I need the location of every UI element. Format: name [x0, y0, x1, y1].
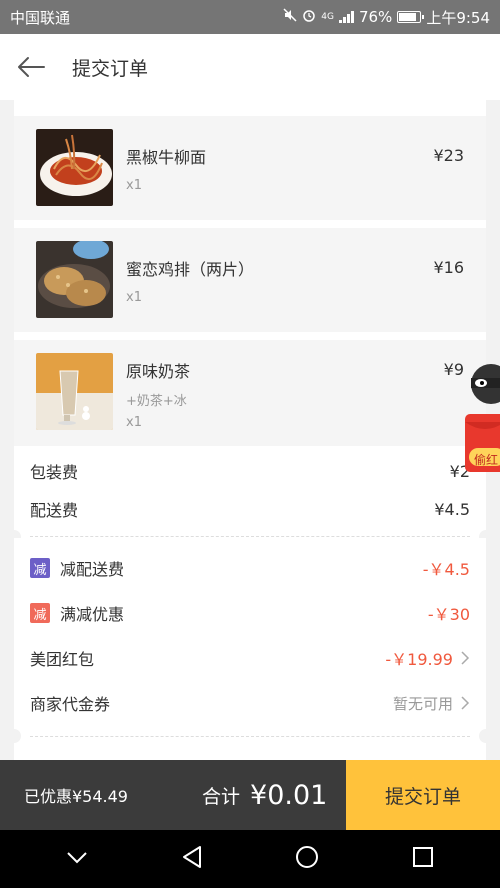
item-quantity: x1 [126, 290, 142, 305]
recents-square-icon[interactable] [412, 846, 434, 872]
packing-fee-row: 包装费 ¥2 [14, 452, 486, 490]
page-title: 提交订单 [72, 57, 149, 80]
mute-icon [283, 8, 297, 26]
item-price: ¥16 [433, 258, 464, 277]
battery-icon [397, 11, 425, 23]
total-label: 合计 [202, 785, 241, 808]
saved-amount: 已优惠¥54.49 [24, 787, 128, 806]
item-price: ¥9 [443, 360, 464, 379]
item-thumbnail [36, 353, 113, 430]
delivery-discount-value: -￥4.5 [422, 560, 470, 579]
submit-order-button[interactable]: 提交订单 [346, 760, 500, 830]
full-reduction-label: 满减优惠 [60, 605, 125, 624]
item-name: 蜜恋鸡排（两片） [126, 260, 255, 279]
delivery-discount-row: 减 减配送费 -￥4.5 [14, 546, 486, 590]
order-item: 黑椒牛柳面 ¥23 x1 [14, 116, 486, 220]
full-reduction-value: -￥30 [427, 605, 470, 624]
chevron-right-icon [461, 696, 470, 710]
discount-badge: 减 [30, 603, 50, 623]
delivery-discount-label: 减配送费 [60, 560, 125, 579]
chevron-right-icon [461, 651, 470, 665]
chevron-down-icon[interactable] [66, 850, 88, 869]
full-reduction-row: 减 满减优惠 -￥30 [14, 591, 486, 635]
dashed-divider [30, 536, 470, 537]
delivery-fee-row: 配送费 ¥4.5 [14, 490, 486, 528]
item-name: 原味奶茶 [126, 362, 191, 381]
item-quantity: x1 [126, 178, 142, 193]
notch-left [7, 729, 21, 743]
red-packet-row[interactable]: 美团红包 -￥19.99 [14, 636, 486, 680]
total-value: ¥0.01 [250, 779, 328, 811]
item-spec: +奶茶+冰 [126, 394, 187, 409]
floating-red-packet[interactable]: 偷红 [465, 362, 500, 472]
fees-card: 包装费 ¥2 配送费 ¥4.5 [14, 446, 486, 536]
order-content[interactable]: 黑椒牛柳面 ¥23 x1 蜜恋鸡排（两片） ¥16 x1 原味奶茶 ¥9 +奶茶… [0, 100, 500, 760]
home-circle-icon[interactable] [295, 845, 319, 873]
checkout-bar: 已优惠¥54.49 合计 ¥0.01 提交订单 [0, 760, 500, 830]
item-name: 黑椒牛柳面 [126, 148, 207, 167]
back-button[interactable] [0, 34, 62, 100]
header: 提交订单 [0, 34, 500, 100]
packing-fee-label: 包装费 [30, 463, 79, 482]
voucher-label: 商家代金券 [30, 695, 111, 714]
floating-promo-text: 偷红 [474, 453, 499, 467]
next-card [14, 730, 486, 760]
signal-icon [338, 11, 354, 23]
item-quantity: x1 [126, 415, 142, 430]
carrier-name: 中国联通 [10, 8, 71, 27]
item-thumbnail [36, 129, 113, 206]
battery-percent: 76% [358, 8, 393, 26]
delivery-fee-label: 配送费 [30, 501, 79, 520]
discounts-card: 减 减配送费 -￥4.5 减 满减优惠 -￥30 美团红包 -￥19.99 商家… [14, 538, 486, 730]
voucher-value: 暂无可用 [392, 694, 453, 713]
discount-badge: 减 [30, 558, 50, 578]
notch-right [479, 729, 493, 743]
system-nav-bar [0, 830, 500, 888]
clock: 上午9:54 [426, 8, 490, 27]
network-type: 4G [321, 12, 334, 22]
delivery-fee-value: ¥4.5 [434, 499, 470, 519]
item-thumbnail [36, 241, 113, 318]
alarm-icon [302, 8, 316, 26]
order-item: 原味奶茶 ¥9 +奶茶+冰 x1 [14, 340, 486, 446]
item-price: ¥23 [433, 146, 464, 165]
status-icons: 4G 76% 上午9:54 [283, 7, 490, 28]
back-triangle-icon[interactable] [181, 845, 203, 873]
order-items-card: 黑椒牛柳面 ¥23 x1 蜜恋鸡排（两片） ¥16 x1 原味奶茶 ¥9 +奶茶… [14, 100, 486, 446]
voucher-row[interactable]: 商家代金券 暂无可用 [14, 681, 486, 725]
dashed-divider [30, 736, 470, 737]
order-item: 蜜恋鸡排（两片） ¥16 x1 [14, 228, 486, 332]
arrow-left-icon [18, 57, 45, 77]
red-packet-value: -￥19.99 [385, 650, 453, 669]
status-bar: 中国联通 4G 76% 上午9:54 [0, 0, 500, 34]
red-packet-label: 美团红包 [30, 650, 95, 669]
